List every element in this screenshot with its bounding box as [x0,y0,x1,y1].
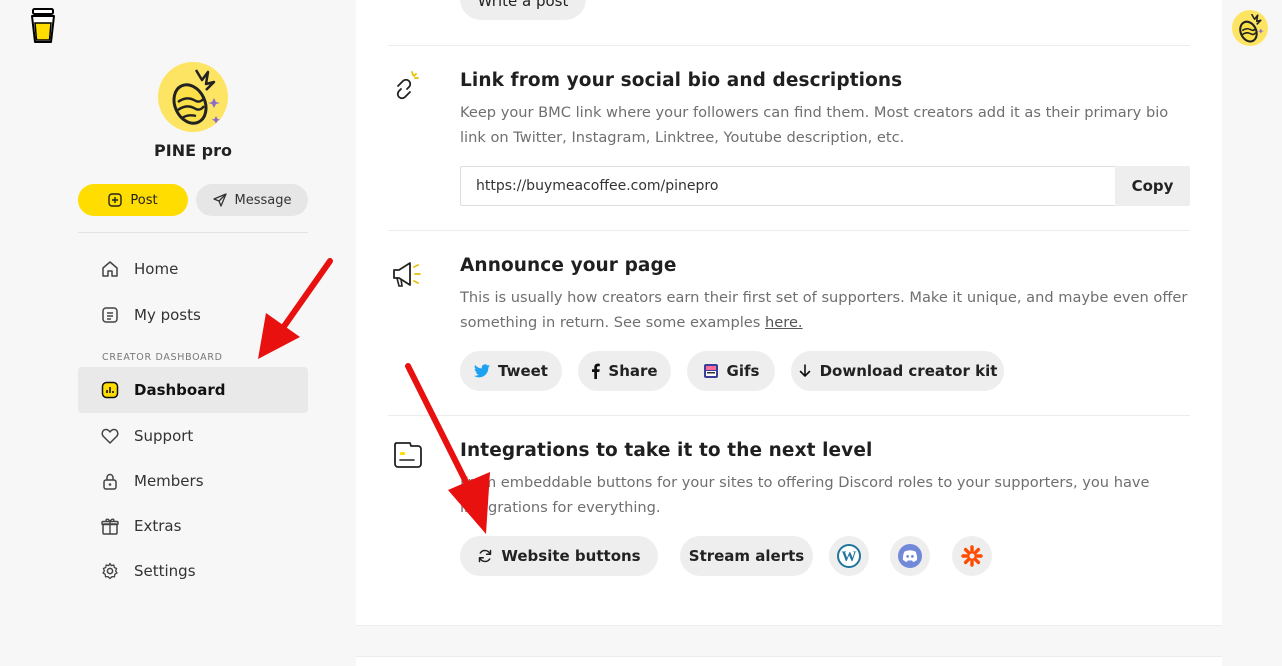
profile-avatar[interactable] [158,62,228,132]
discord-icon [898,544,922,568]
twitter-icon [474,364,491,378]
message-button-label: Message [234,192,292,208]
link-icon [396,71,419,100]
plus-square-icon [108,193,123,207]
sidebar-item-support[interactable]: Support [78,413,308,459]
zapier-icon [961,545,983,567]
share-button[interactable]: Share [578,351,671,391]
discord-button[interactable] [890,536,930,576]
send-icon [212,193,227,207]
section-title: Announce your page [460,255,677,276]
sidebar-item-extras[interactable]: Extras [78,503,308,549]
sidebar-item-members[interactable]: Members [78,458,308,504]
description-text: This is usually how creators earn their … [460,289,1188,331]
website-buttons-button[interactable]: Website buttons [460,536,658,576]
gear-icon [102,562,118,580]
sidebar-divider [78,232,308,233]
sidebar-section-heading: CREATOR DASHBOARD [102,352,223,363]
tweet-button[interactable]: Tweet [460,351,562,391]
buymeacoffee-logo-icon[interactable] [30,8,56,44]
integration-widget-icon [394,442,422,468]
page-url-field[interactable]: https://buymeacoffee.com/pinepro [460,166,1116,206]
sidebar-item-my-posts[interactable]: My posts [78,292,308,338]
gif-icon [703,364,718,378]
sidebar-item-label: Support [134,427,194,445]
home-icon [102,261,118,277]
download-creator-kit-button[interactable]: Download creator kit [791,351,1004,391]
page-url-value: https://buymeacoffee.com/pinepro [476,178,719,194]
download-arrow-icon [799,364,810,377]
copy-button[interactable]: Copy [1115,166,1190,206]
write-post-button[interactable]: Write a post [460,0,586,20]
lock-icon [103,473,117,490]
facebook-icon [592,363,601,379]
gifs-button[interactable]: Gifs [687,351,775,391]
document-icon [102,307,118,323]
sidebar-item-dashboard[interactable]: Dashboard [78,367,308,413]
section-description: This is usually how creators earn their … [460,285,1195,335]
divider [388,45,1190,46]
message-button[interactable]: Message [196,184,308,216]
website-buttons-label: Website buttons [501,547,641,565]
stream-alerts-button[interactable]: Stream alerts [680,536,813,576]
examples-link[interactable]: here. [765,314,803,331]
gifs-label: Gifs [726,362,760,380]
refresh-icon [479,549,492,563]
sidebar-item-label: Members [134,472,204,490]
sidebar-item-label: Settings [134,562,196,580]
sidebar-item-label: Dashboard [134,381,226,399]
next-card [356,656,1222,666]
account-avatar[interactable] [1232,10,1268,46]
download-creator-kit-label: Download creator kit [819,362,998,380]
stream-alerts-label: Stream alerts [688,547,805,565]
section-title: Integrations to take it to the next leve… [460,440,873,461]
tweet-label: Tweet [498,362,548,380]
svg-text:W: W [842,549,857,565]
sidebar-item-label: Extras [134,517,182,535]
share-label: Share [608,362,658,380]
dashboard-icon [101,381,119,399]
sidebar-item-home[interactable]: Home [78,246,308,292]
heart-icon [101,428,119,444]
divider [388,415,1190,416]
profile-name: PINE pro [154,141,232,160]
post-button[interactable]: Post [78,184,188,216]
wordpress-icon: W [837,544,861,568]
divider [388,230,1190,231]
wordpress-button[interactable]: W [829,536,869,576]
sidebar-item-label: My posts [134,306,201,324]
sidebar-item-settings[interactable]: Settings [78,548,308,594]
gift-icon [101,518,119,535]
section-description: From embeddable buttons for your sites t… [460,474,1150,516]
post-button-label: Post [130,192,158,208]
zapier-button[interactable] [952,536,992,576]
sidebar-item-label: Home [134,260,179,278]
section-description: Keep your BMC link where your followers … [460,104,1169,146]
section-title: Link from your social bio and descriptio… [460,70,903,91]
megaphone-icon [393,262,421,287]
